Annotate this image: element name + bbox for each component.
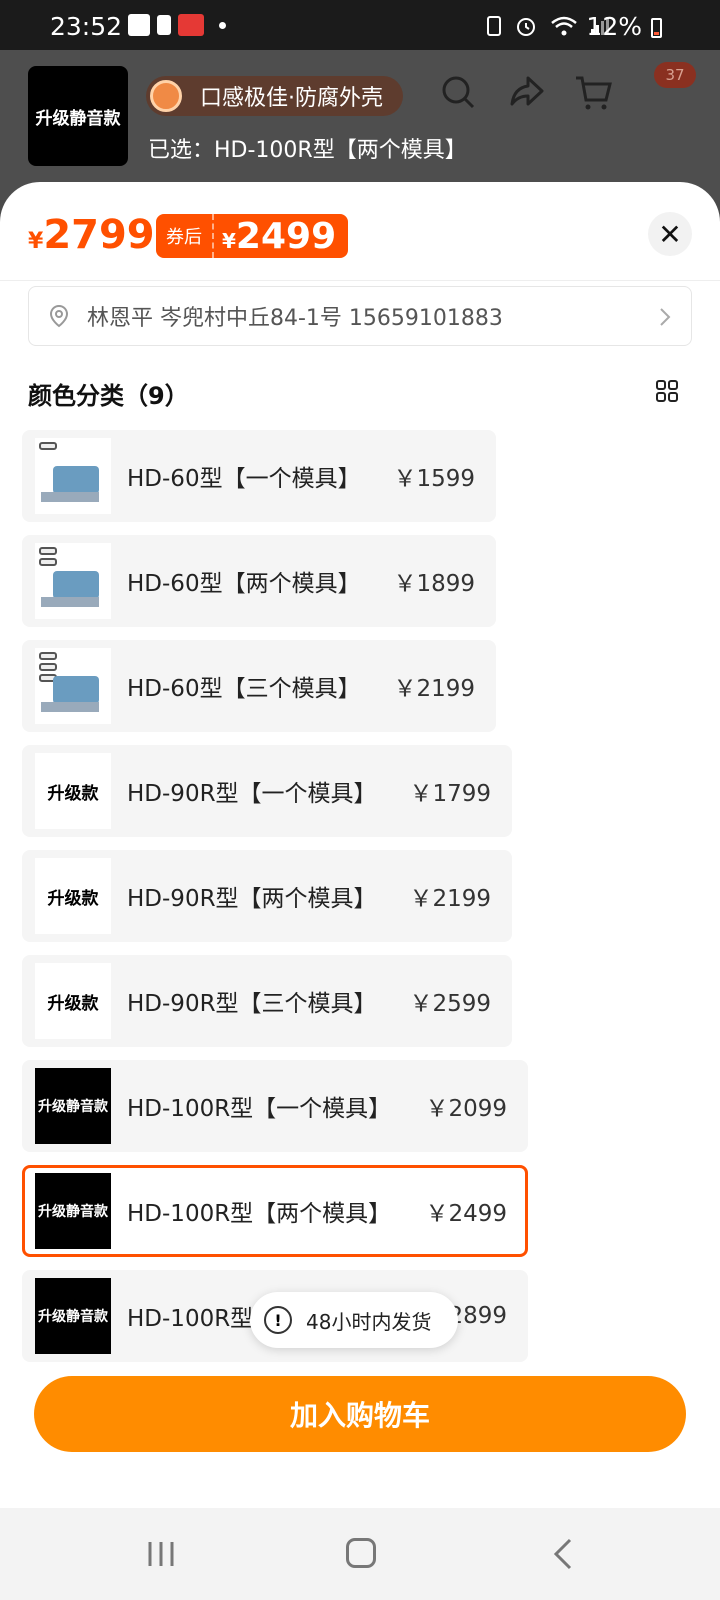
mold-icon: [39, 652, 57, 660]
sku-option-thumbnail: 升级静音款: [35, 1173, 111, 1249]
thumbnail-label: 升级静音款: [38, 1099, 108, 1115]
sku-option[interactable]: 升级静音款 HD-100R型【一个模具】 ￥2099: [22, 1060, 528, 1152]
cart-icon[interactable]: [574, 72, 614, 112]
sku-option[interactable]: HD-60型【两个模具】 ￥1899: [22, 535, 496, 627]
sku-option-thumbnail: 升级款: [35, 753, 111, 829]
wifi-icon: [551, 16, 577, 36]
machine-base: [41, 702, 99, 712]
machine-image: [53, 466, 99, 494]
sku-option-price: ￥1899: [393, 571, 475, 597]
sku-option-thumbnail: 升级静音款: [35, 1278, 111, 1354]
home-icon[interactable]: [346, 1538, 376, 1568]
sku-option-price: ￥2499: [425, 1201, 507, 1227]
machine-image: [53, 571, 99, 599]
close-icon: ✕: [658, 217, 682, 251]
divider: [0, 280, 720, 281]
sku-option-price: ￥2199: [409, 886, 491, 912]
battery-saver-icon: [487, 16, 501, 36]
machine-image: [53, 676, 99, 704]
sku-option-name: HD-100R型: [127, 1306, 254, 1332]
thumbnail-label: 升级静音款: [38, 1309, 108, 1325]
medal-icon: [150, 80, 182, 112]
grid-view-icon[interactable]: [656, 380, 678, 402]
sku-option-name: HD-60型【三个模具】: [127, 676, 361, 702]
search-icon[interactable]: [438, 72, 478, 112]
sku-option[interactable]: 升级款 HD-90R型【一个模具】 ￥1799: [22, 745, 512, 837]
chevron-right-icon: [660, 308, 671, 326]
sku-option-thumbnail: 升级款: [35, 858, 111, 934]
info-icon: !: [264, 1306, 292, 1334]
toast-text: 48小时内发货: [306, 1309, 432, 1334]
thumbnail-label: 升级款: [47, 888, 99, 909]
location-pin-icon: [49, 304, 69, 328]
back-icon[interactable]: [552, 1538, 574, 1570]
sku-option-price: ￥1599: [393, 466, 475, 492]
app-notification-icon: [128, 14, 150, 36]
notification-icons: [128, 14, 226, 36]
sku-option-name: HD-100R型【两个模具】: [127, 1201, 392, 1227]
feature-badge-text: 口感极佳·防腐外壳: [200, 86, 383, 111]
mold-icon: [39, 663, 57, 671]
sku-option[interactable]: 升级款 HD-90R型【三个模具】 ￥2599: [22, 955, 512, 1047]
more-notifications-dot-icon: [219, 21, 226, 29]
sku-option-thumbnail: [35, 543, 111, 619]
recent-apps-icon[interactable]: [146, 1540, 176, 1568]
sku-option-name: HD-90R型【三个模具】: [127, 991, 377, 1017]
sku-option-name: HD-100R型【一个模具】: [127, 1096, 392, 1122]
sku-option-thumbnail: [35, 438, 111, 514]
mold-icon: [39, 547, 57, 555]
sku-option-name: HD-90R型【两个模具】: [127, 886, 377, 912]
sku-option[interactable]: 升级静音款 HD-100R型【两个模具】 ￥2499: [22, 1165, 528, 1257]
thumbnail-label: 升级款: [47, 783, 99, 804]
navigation-bar: [0, 1508, 720, 1600]
product-header: 升级静音款 口感极佳·防腐外壳 37 已选：HD-100R型【两个模具】: [0, 50, 720, 200]
sku-sheet: ¥2799 券后 ¥2499 ✕ 林恩平 岑兜村中丘84-1号 15659101…: [0, 182, 720, 1508]
sku-option-thumbnail: [35, 648, 111, 724]
section-title: 颜色分类（9）: [28, 382, 189, 410]
alarm-icon: [517, 18, 535, 36]
address-text: 林恩平 岑兜村中丘84-1号 15659101883: [87, 306, 503, 331]
sku-option-price: ￥2599: [409, 991, 491, 1017]
sku-option[interactable]: 升级款 HD-90R型【两个模具】 ￥2199: [22, 850, 512, 942]
mold-icon: [39, 442, 57, 450]
coupon-tag: 券后: [156, 214, 214, 258]
sku-option-name: HD-90R型【一个模具】: [127, 781, 377, 807]
status-time: 23:52: [50, 12, 123, 41]
close-button[interactable]: ✕: [648, 212, 692, 256]
coupon-price-badge: 券后 ¥2499: [156, 214, 349, 258]
sku-option[interactable]: HD-60型【三个模具】 ￥2199: [22, 640, 496, 732]
add-to-cart-button[interactable]: 加入购物车: [34, 1376, 686, 1452]
share-icon[interactable]: [506, 72, 546, 112]
sku-option-price: ￥2199: [393, 676, 475, 702]
original-price: ¥2799: [28, 212, 155, 258]
sku-option-thumbnail: 升级静音款: [35, 1068, 111, 1144]
machine-base: [41, 597, 99, 607]
sku-option-name: HD-60型【一个模具】: [127, 466, 361, 492]
feature-badge: 口感极佳·防腐外壳: [146, 76, 403, 116]
battery-icon: [651, 18, 662, 38]
thumbnail-label: 升级静音款: [38, 1204, 108, 1220]
product-thumbnail[interactable]: 升级静音款: [28, 66, 128, 166]
machine-base: [41, 492, 99, 502]
battery-percent: 12%: [586, 12, 642, 41]
thumbnail-label: 升级款: [47, 993, 99, 1014]
status-bar: 23:52 12%: [0, 0, 720, 50]
alert-notification-icon: [157, 15, 171, 35]
sku-option-price: ￥2099: [425, 1096, 507, 1122]
sku-option-thumbnail: 升级款: [35, 963, 111, 1039]
selected-variant-text: 已选：HD-100R型【两个模具】: [148, 138, 467, 163]
cart-count-badge: 37: [654, 62, 696, 88]
sku-option[interactable]: HD-60型【一个模具】 ￥1599: [22, 430, 496, 522]
option-list: HD-60型【一个模具】 ￥1599 HD-60型【两个模具】 ￥1899 HD-60型…: [22, 430, 702, 1375]
shipping-toast: ! 48小时内发货: [250, 1292, 458, 1348]
address-selector[interactable]: 林恩平 岑兜村中丘84-1号 15659101883: [28, 286, 692, 346]
mold-icon: [39, 558, 57, 566]
sku-option-name: HD-60型【两个模具】: [127, 571, 361, 597]
coupon-price: ¥2499: [222, 215, 337, 257]
red-app-notification-icon: [178, 14, 204, 36]
sku-option-price: ￥1799: [409, 781, 491, 807]
